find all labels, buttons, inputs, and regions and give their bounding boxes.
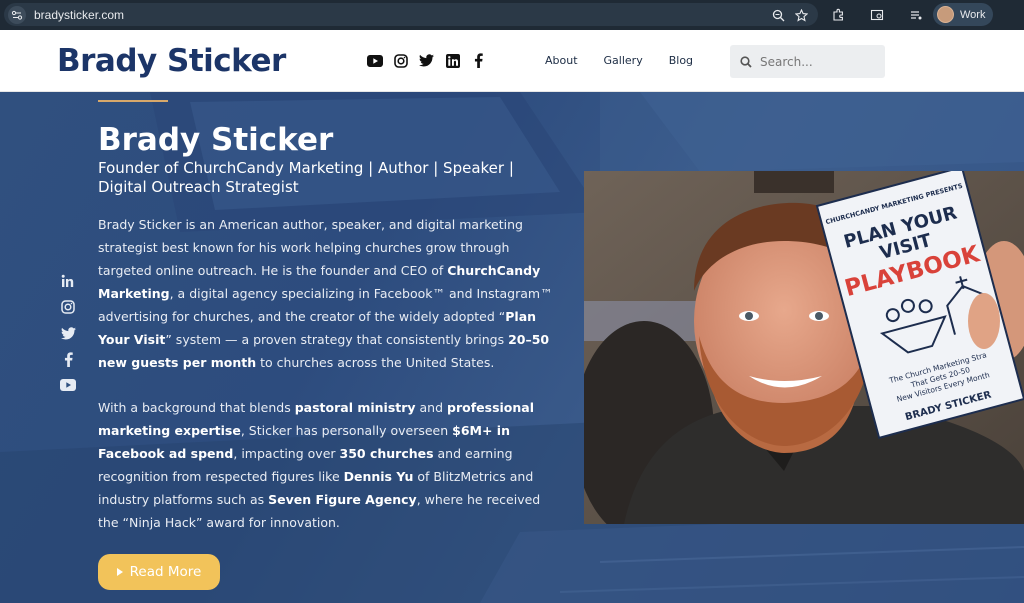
search-icon (740, 55, 752, 68)
avatar (937, 6, 954, 23)
bio-paragraph-1: Brady Sticker is an American author, spe… (98, 217, 553, 370)
instagram-icon[interactable] (60, 299, 76, 315)
read-more-label: Read More (129, 564, 202, 580)
accent-divider (98, 100, 168, 102)
twitter-icon[interactable] (60, 325, 76, 341)
profile-label: Work (960, 8, 986, 21)
nav-about[interactable]: About (545, 54, 578, 67)
bookmark-star-icon[interactable] (792, 6, 810, 24)
nav-blog[interactable]: Blog (669, 54, 693, 67)
profile-button[interactable]: Work (933, 3, 993, 26)
instagram-icon[interactable] (392, 52, 409, 69)
side-social-links (60, 273, 76, 393)
bio-paragraph-2: With a background that blends pastoral m… (98, 400, 541, 530)
url-text: bradysticker.com (34, 7, 125, 22)
hero-title: Brady Sticker (98, 122, 334, 158)
play-triangle-icon (116, 568, 123, 576)
read-more-button[interactable]: Read More (98, 554, 220, 590)
hero-subtitle: Founder of ChurchCandy Marketing | Autho… (98, 159, 558, 197)
youtube-icon[interactable] (366, 52, 383, 69)
hero-section: Brady Sticker Founder of ChurchCandy Mar… (0, 92, 1024, 603)
subtitle-line-2: Digital Outreach Strategist (98, 178, 299, 196)
facebook-icon[interactable] (60, 351, 76, 367)
facebook-icon[interactable] (470, 52, 487, 69)
extensions-icon[interactable] (829, 6, 847, 24)
browser-toolbar: bradysticker.com Work (0, 0, 1024, 30)
site-logo[interactable]: Brady Sticker (57, 43, 286, 79)
zoom-icon[interactable] (769, 6, 787, 24)
main-nav: About Gallery Blog (545, 54, 693, 67)
header-social-links (366, 52, 487, 69)
nav-gallery[interactable]: Gallery (604, 54, 643, 67)
address-bar[interactable]: bradysticker.com (4, 3, 818, 26)
youtube-icon[interactable] (60, 377, 76, 393)
site-header: Brady Sticker About Gallery Blog (0, 30, 1024, 92)
profile-photo: CHURCHCANDY MARKETING PRESENTS PLAN YOUR… (584, 171, 1024, 524)
search-box[interactable] (730, 45, 885, 78)
twitter-icon[interactable] (418, 52, 435, 69)
tab-search-icon[interactable] (868, 6, 886, 24)
site-info-icon[interactable] (8, 5, 26, 24)
subtitle-line-1: Founder of ChurchCandy Marketing | Autho… (98, 159, 514, 177)
reading-list-icon[interactable] (907, 6, 925, 24)
linkedin-icon[interactable] (60, 273, 76, 289)
search-input[interactable] (760, 54, 870, 69)
linkedin-icon[interactable] (444, 52, 461, 69)
